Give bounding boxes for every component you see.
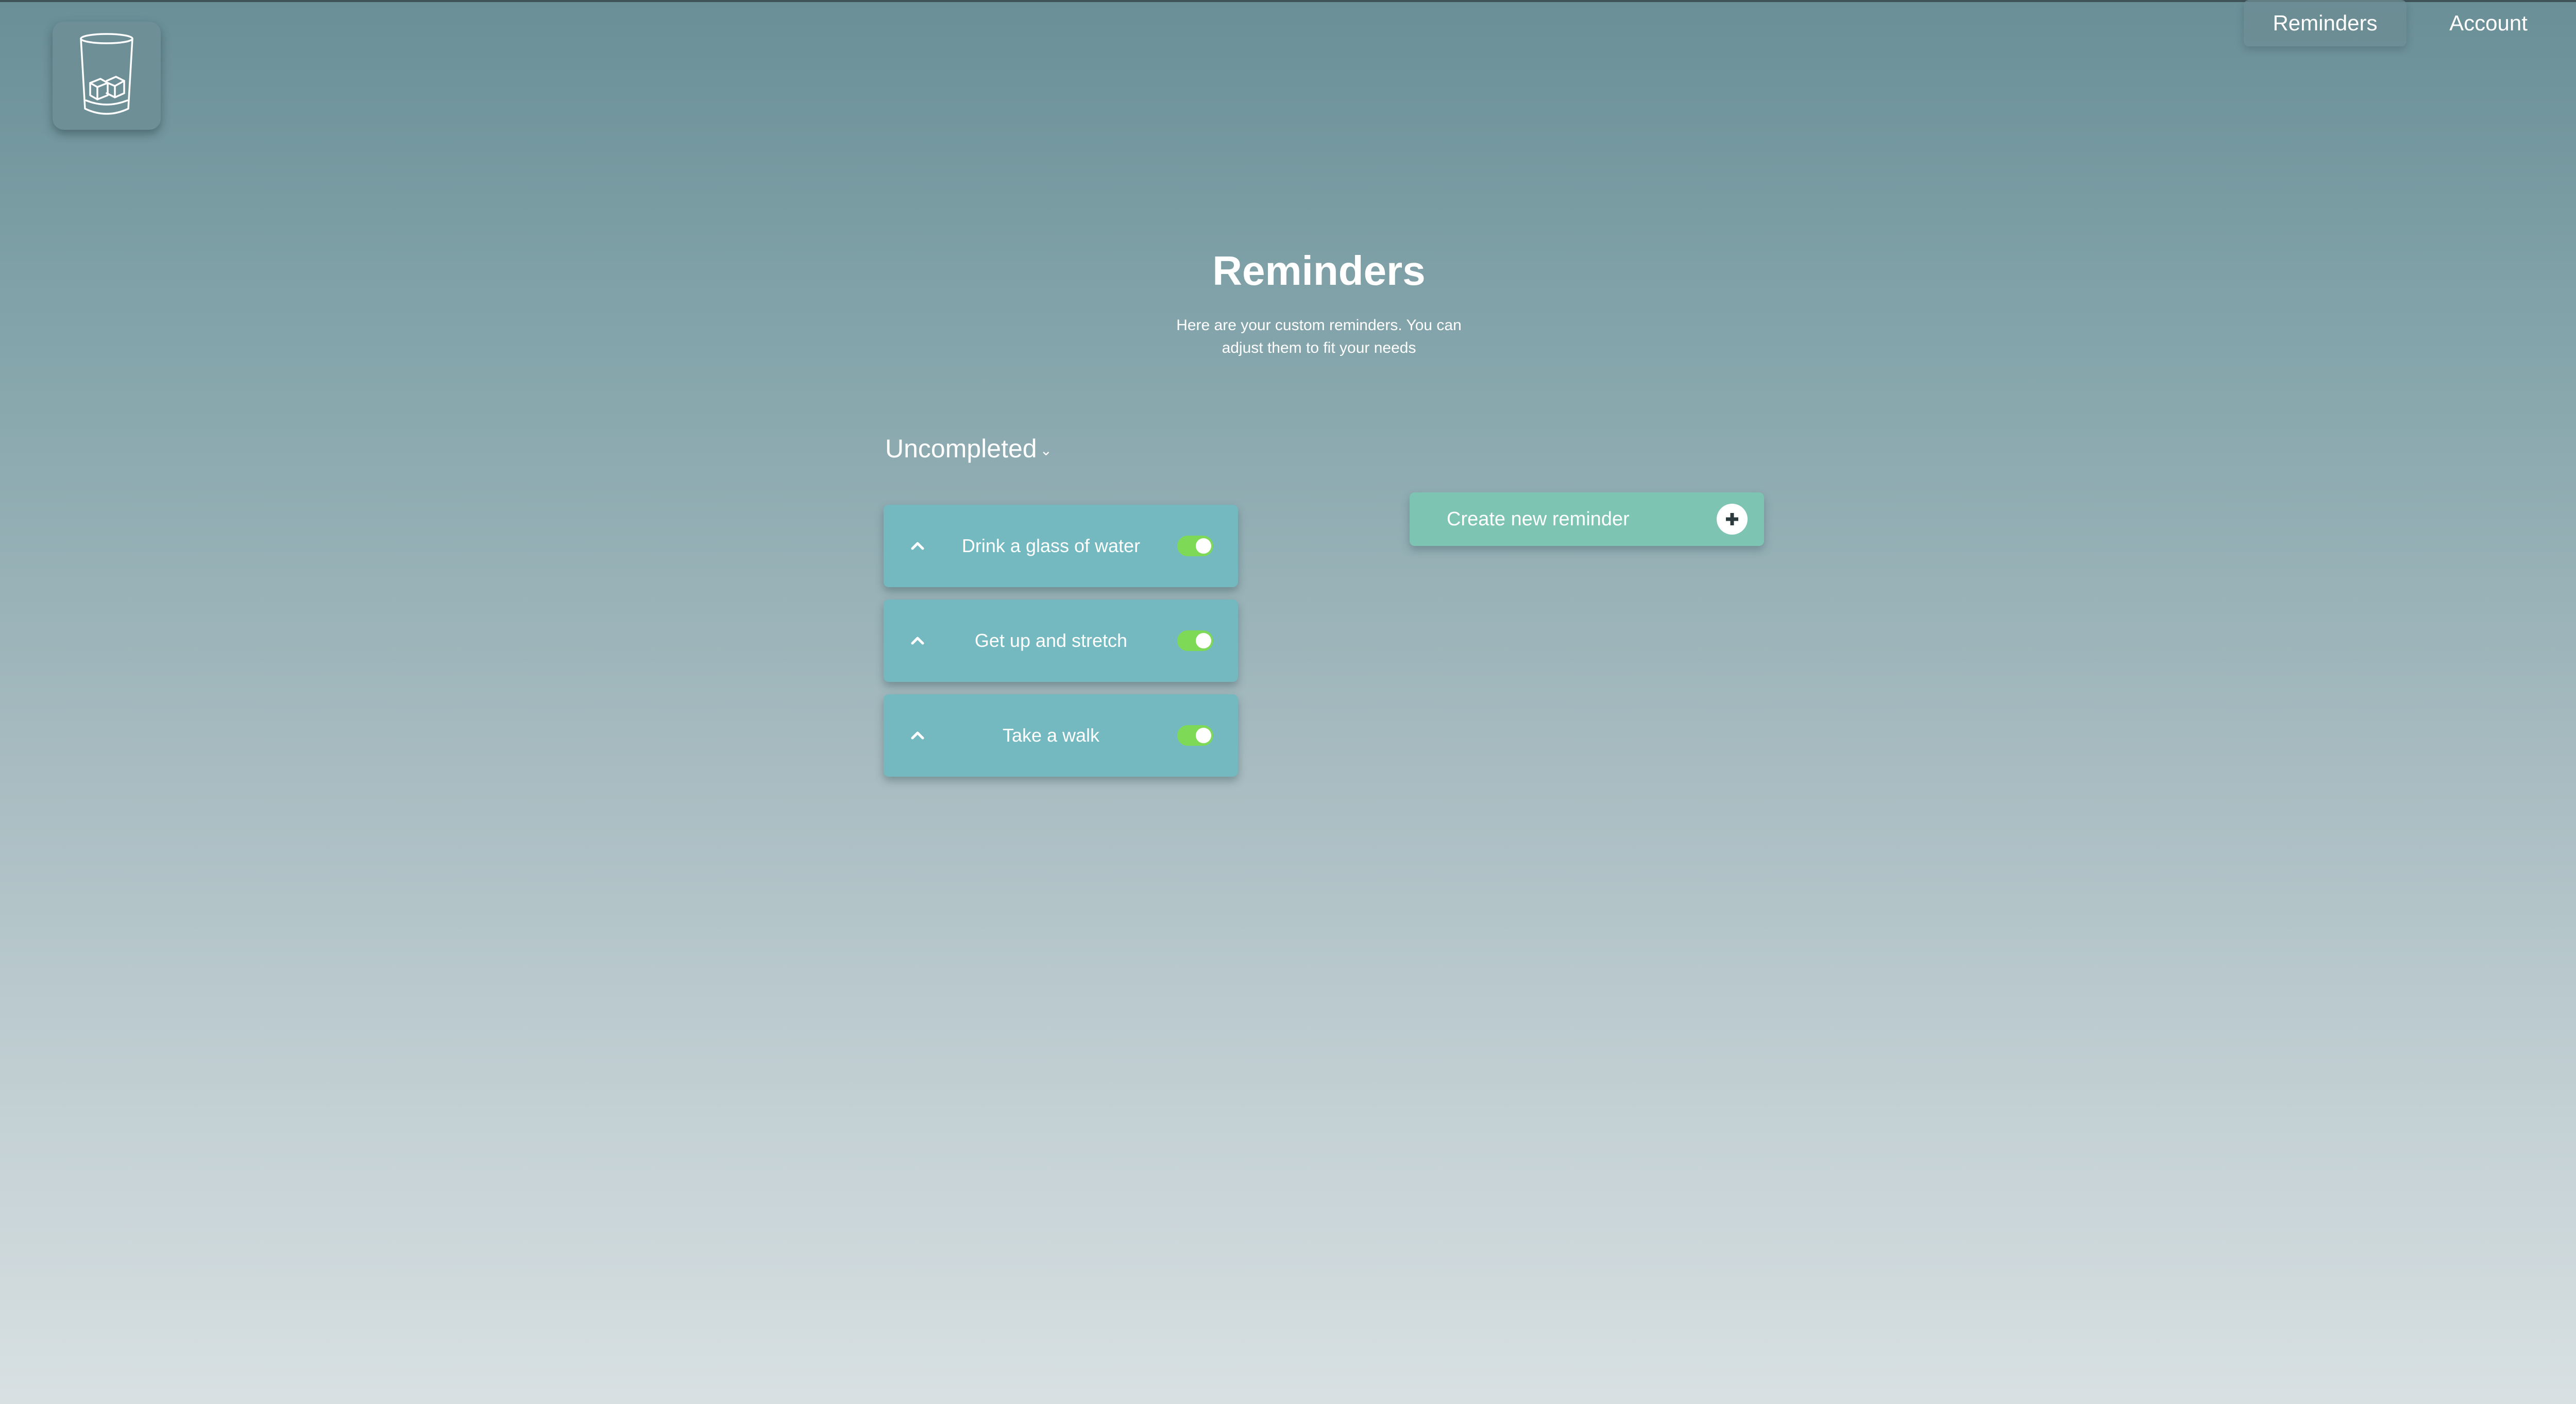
filter-selected-value: Uncompleted [885,434,1037,463]
filter-dropdown[interactable]: Uncompleted ⌄ [885,431,1052,467]
chevron-up-icon[interactable] [902,720,933,751]
create-reminder-button[interactable]: Create new reminder [1410,492,1764,546]
toggle-knob [1196,728,1211,743]
top-border [0,0,2576,2]
chevron-up-icon[interactable] [902,625,933,656]
chevron-up-icon[interactable] [902,530,933,561]
nav-reminders[interactable]: Reminders [2244,0,2406,46]
app-logo[interactable] [53,22,161,130]
reminder-card[interactable]: Get up and stretch [884,600,1238,682]
page-subtitle: Here are your custom reminders. You can … [1176,317,1462,356]
reminder-card[interactable]: Take a walk [884,694,1238,777]
glass-with-ice-icon [80,33,133,115]
chevron-down-icon: ⌄ [1040,442,1053,458]
plus-circle-icon [1717,504,1748,535]
reminder-card[interactable]: Drink a glass of water [884,505,1238,587]
reminder-title: Drink a glass of water [961,535,1141,556]
reminder-toggle[interactable] [1177,725,1213,746]
reminder-toggle[interactable] [1177,536,1213,556]
toggle-knob [1196,633,1211,648]
nav-account[interactable]: Account [2432,0,2545,46]
reminder-toggle[interactable] [1177,630,1213,651]
create-reminder-label: Create new reminder [1447,508,1630,530]
toggle-knob [1196,538,1211,554]
reminder-title: Take a walk [1002,725,1100,746]
page-title: Reminders [1212,248,1426,294]
reminder-title: Get up and stretch [974,630,1128,651]
